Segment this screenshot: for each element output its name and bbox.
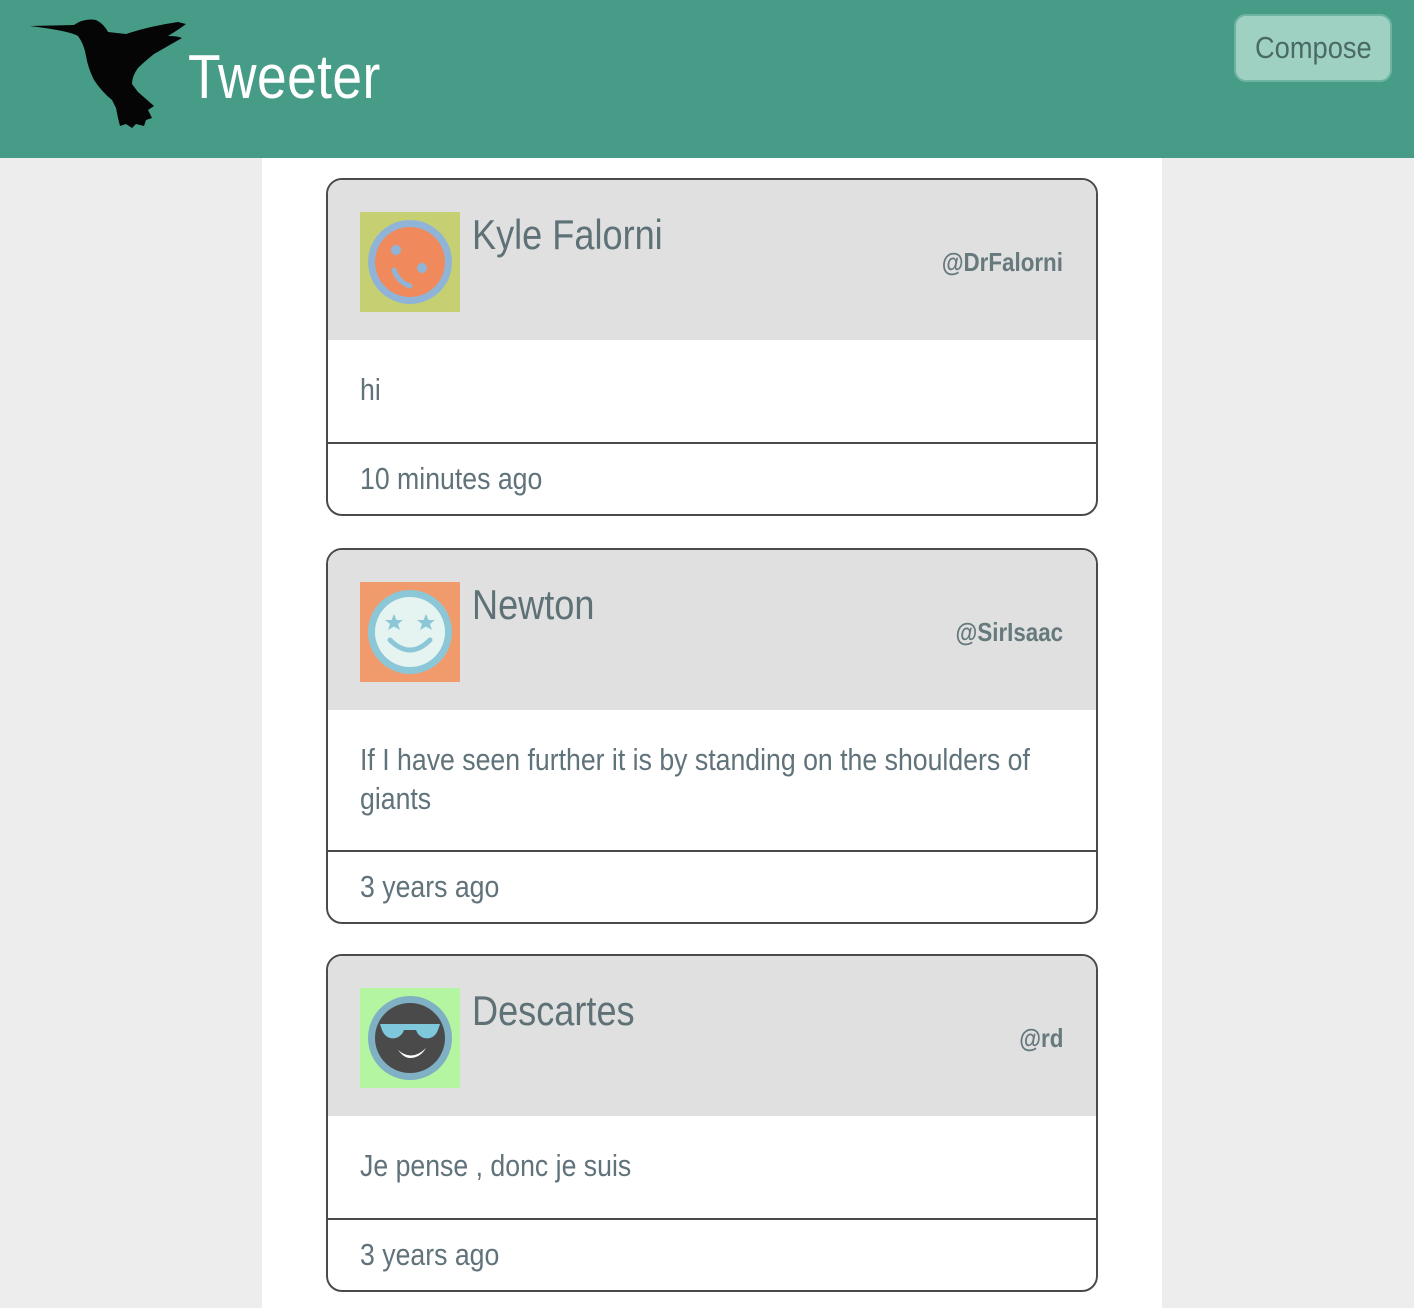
sad-face-avatar-icon <box>360 212 460 312</box>
author-handle: @DrFalorni <box>941 247 1063 277</box>
tweet-time: 10 minutes ago <box>360 461 543 496</box>
hummingbird-icon <box>30 19 186 128</box>
tweet-text: Je pense , donc je suis <box>328 1116 1096 1220</box>
star-eyes-face-avatar-icon <box>360 582 460 682</box>
top-navbar: Tweeter Compose <box>0 0 1414 158</box>
tweet-card: Kyle Falorni @DrFalorni hi 10 minutes ag… <box>326 178 1098 516</box>
author-name: Descartes <box>472 987 635 1034</box>
tweet-text-content: If I have seen further it is by standing… <box>360 742 1030 816</box>
tweet-text: hi <box>328 340 1096 444</box>
tweet-feed: Kyle Falorni @DrFalorni hi 10 minutes ag… <box>262 158 1162 1308</box>
tweet-text-content: Je pense , donc je suis <box>360 1148 632 1183</box>
tweet-timestamp: 3 years ago <box>328 852 1096 922</box>
tweet-text: If I have seen further it is by standing… <box>328 710 1096 852</box>
sunglasses-face-avatar-icon <box>360 988 460 1088</box>
compose-button[interactable]: Compose <box>1234 14 1392 82</box>
author-name: Newton <box>472 581 595 628</box>
tweet-card: Newton @SirIsaac If I have seen further … <box>326 548 1098 924</box>
tweet-time: 3 years ago <box>360 1237 500 1272</box>
tweet-card: Descartes @rd Je pense , donc je suis 3 … <box>326 954 1098 1292</box>
author-handle: @rd <box>1018 1023 1063 1053</box>
tweet-timestamp: 10 minutes ago <box>328 444 1096 514</box>
compose-button-label: Compose <box>1254 30 1372 65</box>
app-title: Tweeter <box>188 43 381 112</box>
tweet-header: Newton @SirIsaac <box>328 550 1096 710</box>
author-handle: @SirIsaac <box>955 617 1063 647</box>
tweet-timestamp: 3 years ago <box>328 1220 1096 1290</box>
tweet-header: Descartes @rd <box>328 956 1096 1116</box>
tweet-text-content: hi <box>360 372 381 407</box>
author-name: Kyle Falorni <box>472 211 663 258</box>
tweet-time: 3 years ago <box>360 869 500 904</box>
tweet-header: Kyle Falorni @DrFalorni <box>328 180 1096 340</box>
